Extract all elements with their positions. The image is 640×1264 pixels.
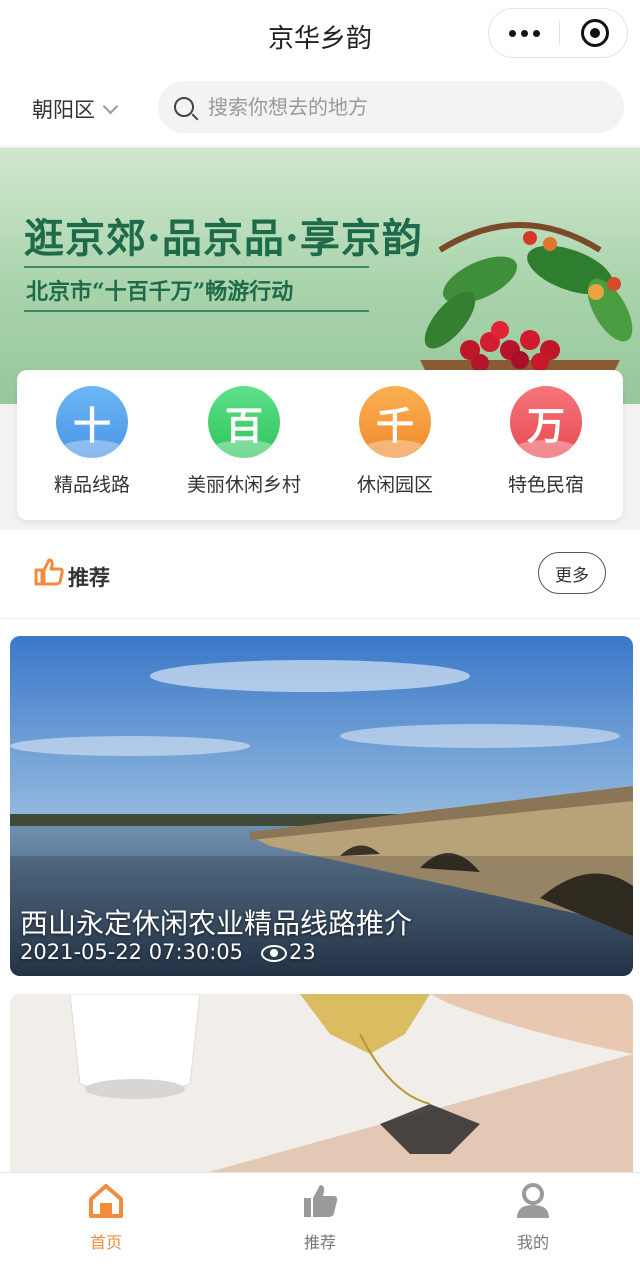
quick-link-parks[interactable]: 千 休闲园区 [320, 386, 470, 497]
thumbs-up-icon [304, 1185, 338, 1217]
article-views: 23 [261, 940, 316, 964]
more-menu-icon[interactable] [489, 9, 559, 57]
quick-link-villages[interactable]: 百 美丽休闲乡村 [169, 386, 319, 497]
bottom-tab-bar: 首页 推荐 我的 [0, 1172, 640, 1264]
tab-home[interactable]: 首页 [46, 1181, 166, 1253]
tab-recommend[interactable]: 推荐 [260, 1181, 380, 1253]
tab-label: 我的 [516, 1233, 549, 1252]
search-box[interactable] [158, 81, 624, 133]
quick-link-homestays[interactable]: 万 特色民宿 [471, 386, 621, 497]
banner-subtitle: 北京市“十百千万”畅游行动 [26, 279, 294, 305]
mini-program-capsule [488, 8, 628, 58]
banner-rule-top [24, 266, 369, 268]
homestay-badge-icon: 万 [510, 386, 582, 458]
eye-icon [261, 944, 288, 962]
kite-craft-photo [10, 994, 633, 1194]
article-card[interactable]: 西山永定休闲农业精品线路推介 2021-05-22 07:30:05 23 [10, 636, 633, 976]
close-target-icon[interactable] [581, 19, 609, 47]
search-icon [174, 97, 194, 117]
village-badge-icon: 百 [208, 386, 280, 458]
article-card[interactable] [10, 994, 633, 1194]
location-search-bar: 朝阳区 [0, 72, 640, 146]
capsule-divider [559, 21, 560, 45]
article-view-count: 23 [289, 940, 316, 964]
banner-rule-bottom [24, 310, 369, 312]
article-meta: 2021-05-22 07:30:05 23 [20, 940, 316, 964]
district-selector[interactable]: 朝阳区 [32, 94, 119, 124]
banner-title: 逛京郊·品京品·享京韵 [24, 215, 423, 262]
promo-banner[interactable]: 逛京郊·品京品·享京韵 北京市“十百千万”畅游行动 [0, 148, 640, 404]
home-icon [89, 1184, 123, 1218]
article-title: 西山永定休闲农业精品线路推介 [20, 907, 413, 940]
article-date: 2021-05-22 07:30:05 [20, 940, 244, 964]
search-input[interactable] [206, 94, 590, 120]
tab-label: 推荐 [303, 1233, 336, 1252]
park-badge-icon: 千 [359, 386, 431, 458]
quick-link-label: 精品线路 [53, 474, 130, 496]
recommend-header: 推荐 更多 [0, 530, 640, 619]
tab-mine[interactable]: 我的 [473, 1181, 593, 1253]
chevron-down-icon [102, 98, 119, 114]
quick-link-label: 美丽休闲乡村 [186, 474, 301, 496]
more-button[interactable]: 更多 [538, 552, 606, 594]
recommend-section: 推荐 更多 西山永定休闲农业精品线路推介 2021-05-22 07:30:05… [0, 530, 640, 1263]
recommend-title: 推荐 [68, 566, 110, 590]
title-bar: 京华乡韵 [0, 0, 640, 72]
tab-label: 首页 [89, 1233, 122, 1252]
quick-link-routes[interactable]: 十 精品线路 [17, 386, 167, 497]
quick-links-panel: 十 精品线路 百 美丽休闲乡村 千 休闲园区 万 特色民宿 [17, 370, 623, 520]
thumbs-up-icon [34, 558, 64, 586]
quick-link-label: 特色民宿 [507, 474, 584, 496]
user-icon [517, 1183, 549, 1218]
route-badge-icon: 十 [56, 386, 128, 458]
quick-link-label: 休闲园区 [356, 474, 433, 496]
district-label: 朝阳区 [32, 98, 95, 122]
